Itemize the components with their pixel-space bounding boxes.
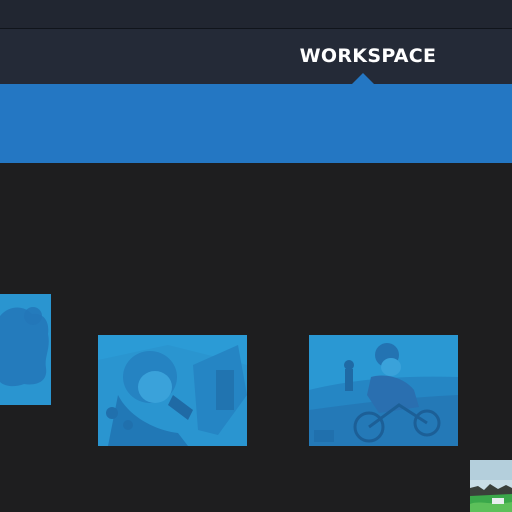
workspace-gallery — [0, 163, 512, 512]
gallery-thumbnail-pilot[interactable] — [98, 335, 247, 446]
pilot-image — [98, 335, 247, 446]
landscape-image — [470, 460, 512, 512]
nav-bar: WORKSPACE — [0, 29, 512, 84]
tab-workspace[interactable]: WORKSPACE — [298, 41, 438, 71]
cyclist-image — [309, 335, 458, 446]
blob-image — [0, 294, 51, 405]
top-bar — [0, 0, 512, 29]
active-tab-indicator — [352, 73, 374, 84]
gallery-thumbnail-landscape[interactable] — [470, 460, 512, 512]
blue-banner — [0, 84, 512, 163]
gallery-thumbnail-blob[interactable] — [0, 294, 51, 405]
gallery-thumbnail-cyclist[interactable] — [309, 335, 458, 446]
